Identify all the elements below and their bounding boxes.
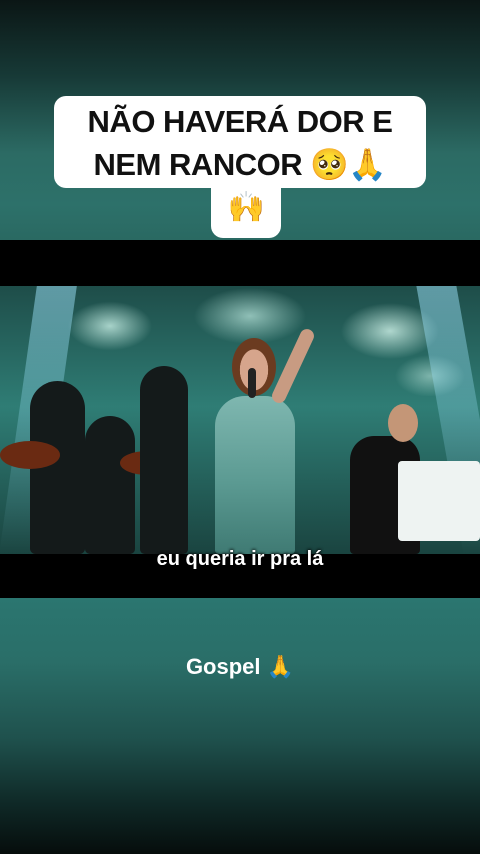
pianist-head: [388, 404, 418, 442]
pleading-pray-emoji: 🥺🙏: [310, 147, 387, 183]
violinist: [85, 416, 135, 554]
caption-line-1: NÃO HAVERÁ DOR E: [87, 104, 393, 139]
raising-hands-emoji: 🙌: [227, 190, 265, 225]
piano: [398, 461, 480, 541]
video-player[interactable]: [0, 286, 480, 554]
microphone-icon: [248, 368, 256, 398]
caption-overlay: NÃO HAVERÁ DOR E NEM RANCOR 🥺🙏 🙌: [0, 0, 480, 240]
caption-line-2-text: NEM RANCOR: [93, 147, 303, 182]
singer: [215, 396, 295, 554]
violin: [0, 441, 60, 469]
gospel-tag: Gospel 🙏: [0, 654, 480, 680]
background-lower: [0, 598, 480, 854]
gospel-label: Gospel: [185, 654, 261, 679]
video-subtitle: eu queria ir pra lá: [156, 548, 324, 570]
letterbox-top: [0, 240, 480, 286]
violinist: [140, 366, 188, 554]
pray-emoji: 🙏: [266, 655, 295, 680]
caption-line-2: NEM RANCOR 🥺🙏: [54, 146, 426, 183]
